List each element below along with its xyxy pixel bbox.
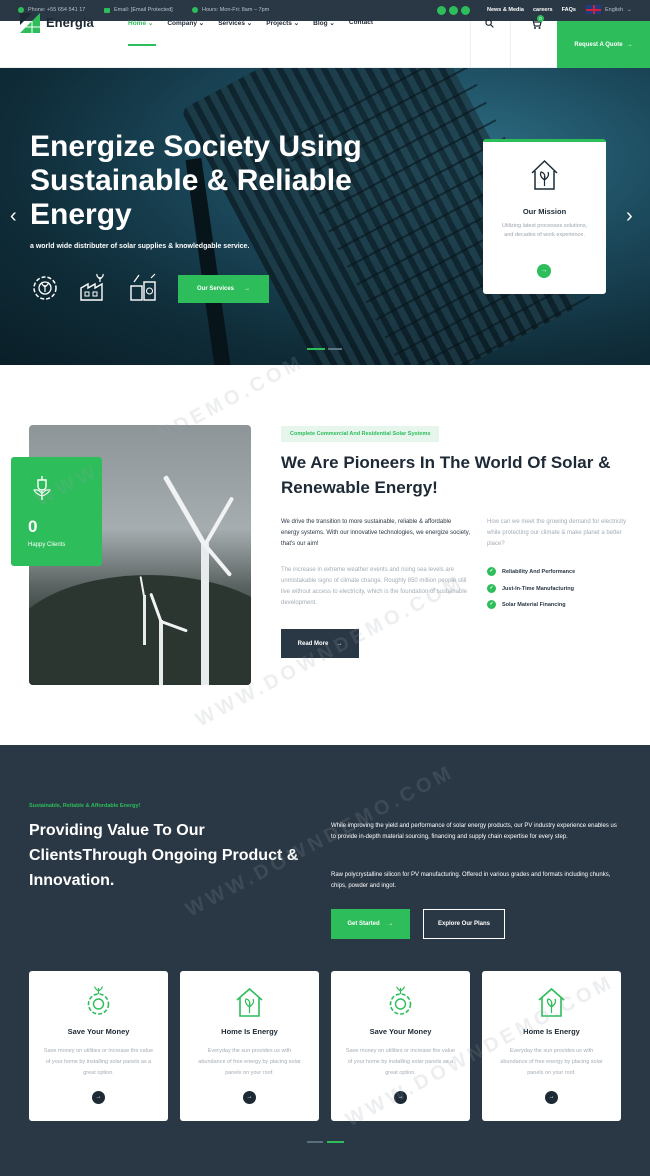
- uk-flag-icon: [586, 5, 601, 14]
- facebook-icon[interactable]: [437, 6, 446, 15]
- value-title: Providing Value To Our ClientsThrough On…: [29, 822, 299, 889]
- feature-card: Save Your Money Save money on utilities …: [29, 971, 168, 1121]
- nav-home[interactable]: Home ⌄: [128, 19, 153, 27]
- check-icon: ✓: [487, 567, 496, 576]
- feature-card: Home Is Energy Everyday the sun provides…: [482, 971, 621, 1121]
- language-label: English: [605, 6, 624, 13]
- mission-text: Utilizing latest processes solutions, an…: [501, 223, 588, 238]
- arrow-right-icon: →: [244, 286, 251, 292]
- header-divider: [510, 21, 511, 68]
- hours-text: Hours: Mon-Fri: 8am – 7pm: [202, 7, 270, 13]
- card-arrow-icon[interactable]: →: [545, 1091, 558, 1104]
- nav-company[interactable]: Company ⌄: [167, 19, 204, 27]
- eco-factory-icon: [80, 273, 104, 301]
- check-item: ✓ Solar Material Financing: [487, 600, 566, 609]
- about-intro-text: We drive the transition to more sustaina…: [281, 519, 470, 547]
- card-text: Everyday the sun provides us with abunda…: [198, 1048, 301, 1076]
- search-icon[interactable]: [485, 19, 494, 28]
- card-arrow-icon[interactable]: →: [394, 1091, 407, 1104]
- slider-next-icon[interactable]: ›: [626, 205, 633, 228]
- about-question-text: How can we meet the growing demand for e…: [487, 519, 627, 547]
- social-links: [437, 6, 470, 15]
- slider-dot-active[interactable]: [307, 348, 325, 350]
- hours-item: Hours: Mon-Fri: 8am – 7pm: [192, 7, 269, 13]
- eco-home-icon: [538, 987, 565, 1017]
- explore-plans-button[interactable]: Explore Our Plans: [423, 909, 505, 939]
- clients-count: 0: [28, 517, 38, 536]
- card-text: Save money on utilities or increase the …: [345, 1048, 456, 1076]
- twitter-icon[interactable]: [449, 6, 458, 15]
- arrow-right-icon: →: [387, 921, 394, 927]
- card-title: Home Is Energy: [221, 1027, 278, 1036]
- arrow-right-icon: →: [626, 41, 633, 48]
- mission-arrow-icon[interactable]: →: [537, 264, 551, 278]
- card-title: Save Your Money: [369, 1027, 432, 1036]
- language-selector[interactable]: English ⌄: [586, 5, 632, 14]
- nav-projects[interactable]: Projects ⌄: [266, 19, 299, 27]
- about-tag: Complete Commercial And Residential Sola…: [281, 426, 440, 442]
- gear-leaf-icon: [33, 276, 57, 300]
- carousel-dot-active[interactable]: [327, 1141, 344, 1143]
- check-item: ✓ Just-In-Time Manufacturing: [487, 584, 574, 593]
- main-header: [0, 21, 650, 68]
- card-text: Everyday the sun provides us with abunda…: [500, 1048, 603, 1076]
- slider-prev-icon[interactable]: ‹: [10, 205, 17, 228]
- card-arrow-icon[interactable]: →: [243, 1091, 256, 1104]
- value-tag: Sustainable, Reliable & Affordable Energ…: [29, 803, 141, 809]
- top-link-careers[interactable]: careers: [533, 7, 553, 13]
- hero-subtitle: a world wide distributer of solar suppli…: [30, 243, 250, 250]
- nav-contact[interactable]: Contact: [349, 19, 373, 27]
- our-services-button[interactable]: Our Services →: [178, 275, 269, 303]
- value-text-1: While improving the yield and performanc…: [331, 823, 617, 840]
- logo-icon[interactable]: [18, 11, 42, 35]
- happy-clients-box: 0 Happy Clients: [11, 457, 102, 566]
- eco-home-icon: [236, 987, 263, 1017]
- clock-icon: [192, 7, 198, 13]
- mail-icon: [104, 7, 110, 13]
- brand-name[interactable]: Energia: [46, 15, 94, 30]
- email-text[interactable]: Email: [Email Protected]: [114, 7, 173, 13]
- gear-leaf-icon: [389, 986, 412, 1015]
- about-body-text: The increase in extreme weather events a…: [281, 567, 467, 606]
- email-item[interactable]: Email: [Email Protected]: [104, 7, 173, 13]
- mission-card: Our Mission Utilizing latest processes s…: [483, 139, 606, 294]
- gear-leaf-icon: [87, 986, 110, 1015]
- card-title: Save Your Money: [67, 1027, 130, 1036]
- top-link-news[interactable]: News & Media: [487, 7, 524, 13]
- chevron-down-icon: ⌄: [627, 6, 632, 13]
- solar-plant-icon: [130, 273, 156, 301]
- eco-plug-icon: [33, 476, 51, 500]
- main-nav: Home ⌄ Company ⌄ Services ⌄ Projects ⌄ B…: [128, 19, 373, 27]
- read-more-button[interactable]: Read More →: [281, 629, 359, 658]
- about-title: We Are Pioneers In The World Of Solar & …: [281, 453, 611, 497]
- check-icon: ✓: [487, 600, 496, 609]
- top-links: News & Media careers FAQs: [487, 7, 576, 13]
- arrow-right-icon: →: [336, 640, 343, 647]
- feature-card: Save Your Money Save money on utilities …: [331, 971, 470, 1121]
- nav-active-indicator: [128, 44, 156, 46]
- card-text: Save money on utilities or increase the …: [43, 1048, 154, 1076]
- card-title: Home Is Energy: [523, 1027, 580, 1036]
- slider-dot[interactable]: [328, 348, 342, 350]
- carousel-dot[interactable]: [307, 1141, 323, 1143]
- request-quote-button[interactable]: Request A Quote →: [557, 21, 650, 68]
- header-divider: [470, 21, 471, 68]
- cart-count-badge: 0: [537, 15, 544, 22]
- check-icon: ✓: [487, 584, 496, 593]
- nav-services[interactable]: Services ⌄: [218, 19, 252, 27]
- youtube-icon[interactable]: [461, 6, 470, 15]
- feature-card: Home Is Energy Everyday the sun provides…: [180, 971, 319, 1121]
- value-text-2: Raw polycrystalline silicon for PV manuf…: [331, 872, 611, 889]
- check-item: ✓ Reliability And Performance: [487, 567, 575, 576]
- card-arrow-icon[interactable]: →: [92, 1091, 105, 1104]
- mission-title: Our Mission: [522, 207, 567, 216]
- get-started-button[interactable]: Get Started →: [331, 909, 410, 939]
- hero-title: Energize Society Using Sustainable & Rel…: [30, 130, 362, 231]
- top-link-faqs[interactable]: FAQs: [562, 7, 576, 13]
- nav-blog[interactable]: Blog ⌄: [313, 19, 335, 27]
- top-bar: Phone: +55 654 541 17 Email: [Email Prot…: [0, 0, 650, 21]
- clients-label: Happy Clients: [28, 542, 66, 548]
- eco-home-icon: [531, 159, 558, 190]
